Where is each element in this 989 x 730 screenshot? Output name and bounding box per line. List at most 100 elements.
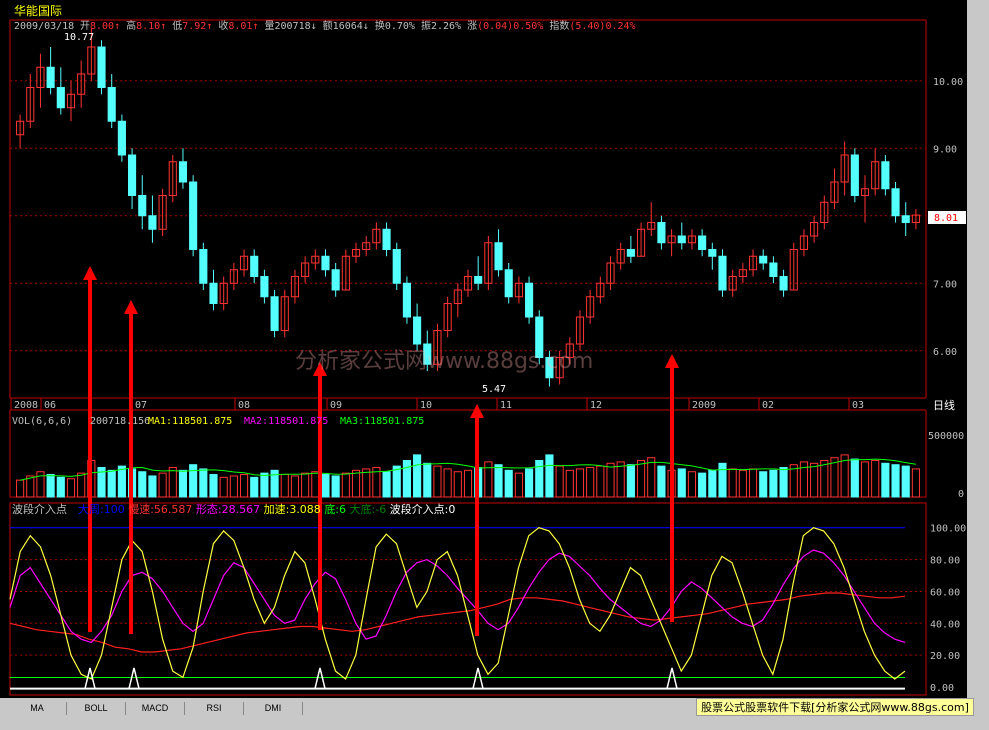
volume-bar xyxy=(280,474,289,498)
volume-bar xyxy=(178,469,188,498)
volume-bar xyxy=(759,471,768,498)
candlestick-series xyxy=(16,28,920,387)
volume-bar xyxy=(219,476,228,498)
price-tick-label: 9.00 xyxy=(933,144,957,155)
x-label: 12 xyxy=(590,400,602,411)
right-scrollbar[interactable] xyxy=(967,0,989,700)
candle-body xyxy=(891,188,900,217)
volume-bar xyxy=(362,468,371,498)
volume-bar xyxy=(565,469,574,498)
volume-bar xyxy=(26,475,35,498)
candle-body xyxy=(138,195,147,217)
volume-bar xyxy=(677,468,686,498)
volume-bars xyxy=(16,454,920,498)
vol-tick-zero: 0 xyxy=(958,489,964,500)
entry-arrow-head xyxy=(665,354,679,368)
volume-bar xyxy=(911,468,920,498)
ind-field: 大底:-6 xyxy=(350,502,390,516)
stock-name: 华能国际 xyxy=(14,4,62,18)
volume-bar xyxy=(504,469,513,498)
volume-bar xyxy=(260,472,269,498)
quote-label: 开 xyxy=(80,21,90,32)
volume-bar xyxy=(718,462,727,498)
entry-spike xyxy=(666,667,678,689)
candle-body xyxy=(626,249,635,257)
tab-rsi[interactable]: RSI xyxy=(185,702,244,715)
ind-field: 波段介入点:0 xyxy=(390,502,456,516)
volume-bar xyxy=(199,468,208,498)
volume-bar xyxy=(748,468,758,498)
download-banner[interactable]: 股票公式股票软件下载[分析家公式网www.88gs.com] xyxy=(696,698,974,716)
volume-bar xyxy=(311,471,320,498)
candle-body xyxy=(504,269,513,298)
volume-bar xyxy=(382,471,391,498)
tab-ma[interactable]: MA xyxy=(8,702,67,715)
volume-bar xyxy=(616,461,625,498)
ind-fields: 大周:100 慢速:56.587 形态:28.567 加速:3.088 底:6 … xyxy=(78,502,455,516)
high-marker: 10.77 xyxy=(64,32,94,43)
quote-label: 量 xyxy=(265,20,275,32)
quote-value: 7.92↑ xyxy=(182,21,218,32)
quote-value: 16064↓ xyxy=(333,21,375,32)
volume-bar xyxy=(779,467,788,498)
volume-bar xyxy=(321,474,330,498)
ind-field: 大周:100 xyxy=(78,502,128,516)
candle-body xyxy=(46,66,55,88)
volume-bar xyxy=(239,474,249,498)
vol-tick-top: 500000 xyxy=(928,431,964,442)
volume-bar xyxy=(708,469,717,498)
volume-bar xyxy=(117,465,126,498)
volume-bar xyxy=(16,479,25,498)
volume-bar xyxy=(881,462,890,498)
quote-value: 8.01↑ xyxy=(228,21,264,32)
ind-line-shape xyxy=(9,549,906,644)
volume-bar xyxy=(189,464,198,498)
volume-bar xyxy=(514,472,523,498)
ind-line-slow xyxy=(9,592,906,653)
volume-bar xyxy=(413,454,422,498)
candle-body xyxy=(250,255,259,277)
volume-bar xyxy=(66,478,76,498)
tab-dmi[interactable]: DMI xyxy=(244,702,303,715)
volume-bar xyxy=(810,462,819,498)
quote-label: 涨 xyxy=(467,20,477,32)
quote-value: 2.26% xyxy=(431,21,467,32)
tab-macd[interactable]: MACD xyxy=(126,702,185,715)
candle-body xyxy=(474,276,483,284)
volume-bar xyxy=(687,471,697,498)
candle-body xyxy=(677,235,686,244)
entry-spike xyxy=(472,667,484,689)
volume-bar xyxy=(46,474,55,498)
volume-bar xyxy=(525,468,534,498)
volume-bar xyxy=(341,472,350,498)
quote-value: 200718↓ xyxy=(275,21,323,32)
period-label[interactable]: 日线 xyxy=(933,398,955,412)
ind-line-speed xyxy=(9,527,906,680)
candle-body xyxy=(97,46,106,88)
candle-body xyxy=(901,215,910,223)
volume-bar xyxy=(250,476,259,498)
quote-line: 开8.00↑ 高8.10↑ 低7.92↑ 收8.01↑ 量200718↓ 额16… xyxy=(80,19,636,32)
candle-body xyxy=(382,228,391,250)
ind-field: 慢速:56.587 xyxy=(128,503,196,516)
kline-chart[interactable]: 10.009.008.007.006.00 200806070809101112… xyxy=(0,0,989,730)
volume-bar xyxy=(545,454,554,498)
volume-bar xyxy=(148,475,157,498)
volume-bar xyxy=(77,472,86,498)
entry-arrows xyxy=(83,266,679,636)
candle-body xyxy=(698,235,707,250)
low-marker: 5.47 xyxy=(482,384,506,395)
candle-body xyxy=(708,249,717,257)
ind-field: 加速:3.088 xyxy=(264,503,325,516)
volume-bar xyxy=(698,472,707,498)
entry-spike xyxy=(128,667,140,689)
entry-arrow-head xyxy=(124,300,138,314)
volume-bar xyxy=(56,476,65,498)
tab-boll[interactable]: BOLL xyxy=(67,702,126,715)
quote-label: 收 xyxy=(218,19,228,32)
volume-bar xyxy=(107,469,116,498)
volume-bar xyxy=(860,461,870,498)
volume-bar xyxy=(402,460,411,498)
volume-bar xyxy=(891,464,900,498)
volume-bar xyxy=(229,475,238,498)
